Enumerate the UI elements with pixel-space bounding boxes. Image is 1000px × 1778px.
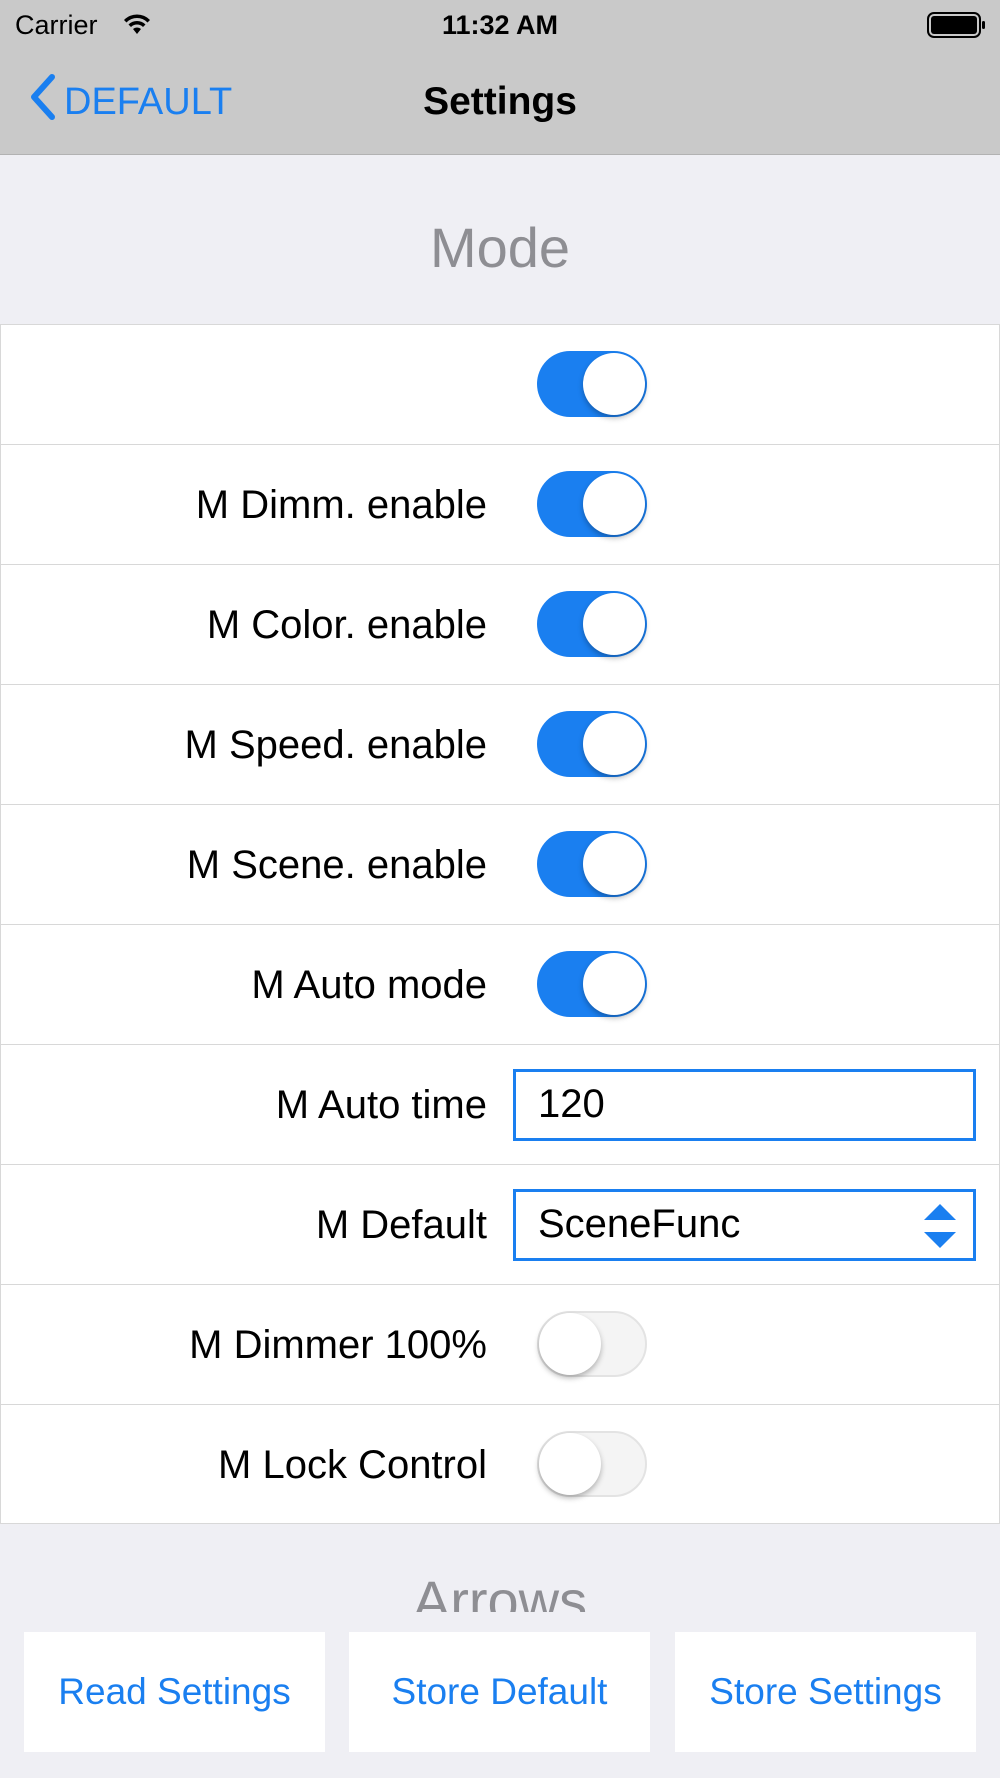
row-label: M Default — [315, 1203, 487, 1247]
select-arrows-icon — [921, 1200, 959, 1271]
settings-row-dimmer-100: M Dimmer 100% — [0, 1284, 1000, 1404]
color-enable-toggle[interactable] — [537, 591, 647, 657]
row-label: M Speed. enable — [184, 723, 487, 767]
default-mode-select[interactable]: SceneFunc — [513, 1189, 976, 1261]
row-label: M Dimmer 100% — [189, 1323, 487, 1367]
settings-row-speed-enable: M Speed. enable — [0, 684, 1000, 804]
clock: 11:32 AM — [441, 10, 559, 40]
bottom-toolbar: Read Settings Store Default Store Settin… — [0, 1612, 1000, 1778]
row-label: M Auto time — [275, 1083, 487, 1127]
settings-row-lock-control: M Lock Control — [0, 1404, 1000, 1524]
section-header-arrows: Arrows — [412, 1569, 588, 1612]
status-bar: Carrier 11:32 AM — [0, 0, 1000, 50]
mode-toggle[interactable] — [537, 351, 647, 417]
battery-icon — [927, 12, 987, 38]
dimmer-100-toggle[interactable] — [537, 1311, 647, 1377]
settings-row-color-enable: M Color. enable — [0, 564, 1000, 684]
section-header-mode: Mode — [429, 216, 571, 279]
select-value: SceneFunc — [538, 1202, 741, 1246]
lock-control-toggle[interactable] — [537, 1431, 647, 1497]
read-settings-button[interactable]: Read Settings — [24, 1632, 325, 1752]
store-default-button[interactable]: Store Default — [349, 1632, 650, 1752]
scene-enable-toggle[interactable] — [537, 831, 647, 897]
row-label: M Scene. enable — [186, 843, 487, 887]
settings-row-default: M Default SceneFunc — [0, 1164, 1000, 1284]
row-label: M Lock Control — [218, 1443, 487, 1487]
store-settings-button[interactable]: Store Settings — [675, 1632, 976, 1752]
speed-enable-toggle[interactable] — [537, 711, 647, 777]
mode-settings-list: M Dimm. enable M Color. enable M Speed. … — [0, 324, 1000, 1524]
auto-mode-toggle[interactable] — [537, 951, 647, 1017]
auto-time-input[interactable]: 120 — [513, 1069, 976, 1141]
settings-row-mode — [0, 324, 1000, 444]
page-title: Settings — [423, 80, 577, 123]
settings-row-auto-mode: M Auto mode — [0, 924, 1000, 1044]
row-label: M Auto mode — [251, 963, 487, 1007]
settings-row-dimm-enable: M Dimm. enable — [0, 444, 1000, 564]
navigation-bar: DEFAULT Settings — [0, 50, 1000, 155]
dimm-enable-toggle[interactable] — [537, 471, 647, 537]
row-label: M Dimm. enable — [195, 483, 487, 527]
row-label: M Color. enable — [206, 603, 487, 647]
settings-row-auto-time: M Auto time 120 — [0, 1044, 1000, 1164]
settings-row-scene-enable: M Scene. enable — [0, 804, 1000, 924]
